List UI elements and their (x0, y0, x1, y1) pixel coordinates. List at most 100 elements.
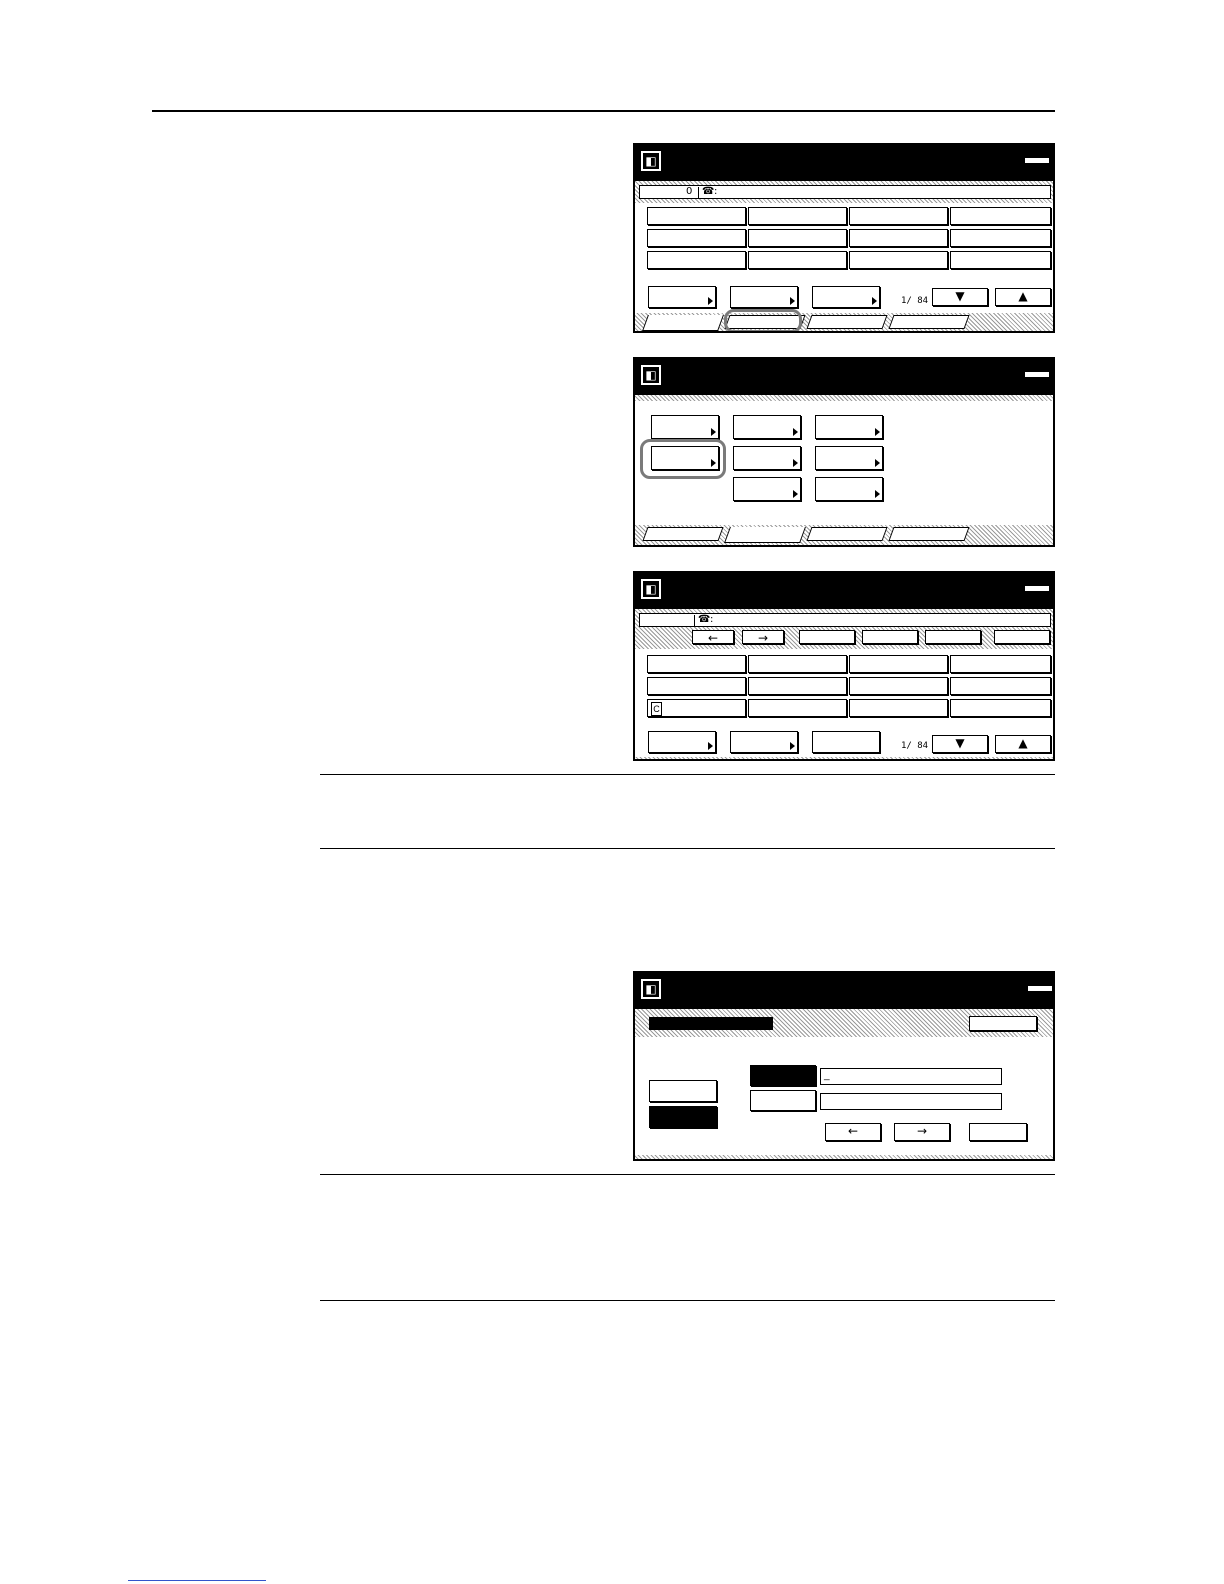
tab-3[interactable] (806, 527, 888, 541)
address-key[interactable] (849, 655, 948, 673)
entry-field-1[interactable]: _ (820, 1068, 1002, 1085)
menu-button-5[interactable] (733, 446, 801, 470)
menu-button-6[interactable] (815, 446, 883, 470)
address-key[interactable] (849, 699, 948, 717)
scroll-up-button[interactable]: ▲ (995, 288, 1051, 306)
cursor-right-button[interactable]: → (894, 1123, 950, 1141)
fax-screen-function-menu: ◧ (633, 357, 1055, 547)
function-button-2[interactable] (730, 286, 798, 308)
index-key-3[interactable] (925, 630, 981, 644)
mode-button-1[interactable] (649, 1080, 717, 1102)
address-key[interactable] (950, 677, 1051, 695)
arrow-right-icon: → (916, 1124, 928, 1138)
address-key[interactable] (950, 699, 1051, 717)
function-button-1[interactable] (648, 731, 716, 753)
menu-button-3[interactable] (815, 415, 883, 439)
address-key[interactable] (950, 251, 1051, 269)
title-indicator (1024, 585, 1050, 592)
tab-3[interactable] (806, 315, 888, 329)
screen-title-bar: ◧ (635, 145, 1053, 181)
entry-action-button[interactable] (969, 1123, 1027, 1141)
index-prev-button[interactable]: ← (692, 630, 734, 645)
address-key[interactable] (849, 207, 948, 225)
index-key-1[interactable] (799, 630, 855, 644)
info-divider (694, 615, 695, 626)
tab-1[interactable] (642, 315, 724, 331)
chevron-right-icon (790, 297, 795, 305)
bottom-strip (635, 757, 1053, 759)
menu-button-2[interactable] (733, 415, 801, 439)
address-key[interactable] (849, 677, 948, 695)
cursor-left-button[interactable]: ← (825, 1123, 881, 1141)
destination-count: 0 (686, 186, 693, 197)
tab-4[interactable] (888, 527, 970, 541)
function-button-1[interactable] (648, 286, 716, 308)
scroll-down-button[interactable]: ▼ (932, 735, 988, 753)
arrow-right-icon: → (757, 631, 769, 645)
address-key[interactable] (950, 655, 1051, 673)
phone-icon: ☎ (702, 186, 715, 197)
tab-1[interactable] (642, 527, 724, 541)
address-key[interactable] (647, 655, 746, 673)
menu-button-7[interactable] (733, 477, 801, 501)
arrow-up-icon: ▲ (1018, 736, 1028, 750)
chevron-right-icon (793, 428, 798, 436)
field-label-1-selected[interactable] (750, 1065, 816, 1086)
phone-icon: ☎ (698, 614, 711, 625)
header-rule (152, 110, 1055, 112)
footer-link-underline[interactable] (128, 1580, 266, 1581)
fax-screen-entry: ◧ _ ← → (633, 971, 1055, 1161)
address-key[interactable] (748, 229, 847, 247)
phone-separator: : (714, 186, 718, 197)
chevron-right-icon (875, 459, 880, 467)
arrow-down-icon: ▼ (955, 736, 965, 750)
menu-button-1[interactable] (651, 415, 719, 439)
address-key[interactable] (647, 229, 746, 247)
menu-button-8[interactable] (815, 477, 883, 501)
destination-info-bar: ☎ : (639, 613, 1051, 627)
fax-icon: ◧ (641, 365, 661, 385)
screen-title-bar: ◧ (635, 973, 1053, 1009)
function-button-3[interactable] (812, 286, 880, 308)
fax-screen-address-list: ◧ 0 ☎ : 1/ 84 ▼ ▲ (633, 143, 1055, 333)
address-key[interactable] (647, 207, 746, 225)
tab-2[interactable] (724, 527, 806, 543)
address-key[interactable] (748, 677, 847, 695)
chevron-right-icon (793, 490, 798, 498)
divider-rule-3 (320, 1174, 1055, 1175)
address-key[interactable] (849, 251, 948, 269)
menu-strip (635, 395, 1053, 401)
address-key[interactable] (748, 699, 847, 717)
address-key[interactable] (647, 251, 746, 269)
chevron-right-icon (793, 459, 798, 467)
field-label-2[interactable] (750, 1090, 816, 1111)
address-key[interactable] (647, 677, 746, 695)
address-key[interactable] (950, 207, 1051, 225)
address-key[interactable] (849, 229, 948, 247)
index-key-4[interactable] (994, 630, 1050, 644)
scroll-up-button[interactable]: ▲ (995, 735, 1051, 753)
address-key[interactable] (748, 207, 847, 225)
function-button-2[interactable] (730, 731, 798, 753)
chevron-right-icon (790, 742, 795, 750)
index-next-button[interactable]: → (742, 630, 784, 645)
address-key[interactable] (748, 251, 847, 269)
scroll-down-button[interactable]: ▼ (932, 288, 988, 306)
function-button-3[interactable] (812, 731, 880, 753)
divider-rule-1 (320, 774, 1055, 775)
text-cursor: _ (824, 1070, 830, 1081)
address-key[interactable] (748, 655, 847, 673)
mode-button-2-selected[interactable] (649, 1106, 717, 1128)
index-key-2[interactable] (862, 630, 918, 644)
tab-4[interactable] (888, 315, 970, 329)
chevron-right-icon (872, 297, 877, 305)
arrow-down-icon: ▼ (955, 289, 965, 303)
page-counter: 1/ 84 (901, 741, 929, 751)
entry-field-2[interactable] (820, 1093, 1002, 1110)
page-counter: 1/ 84 (901, 296, 929, 306)
group-marker-icon: C (651, 702, 662, 716)
arrow-left-icon: ← (707, 631, 719, 645)
entry-corner-button[interactable] (969, 1016, 1037, 1031)
address-key[interactable] (950, 229, 1051, 247)
address-key-selected[interactable]: C (647, 699, 746, 717)
